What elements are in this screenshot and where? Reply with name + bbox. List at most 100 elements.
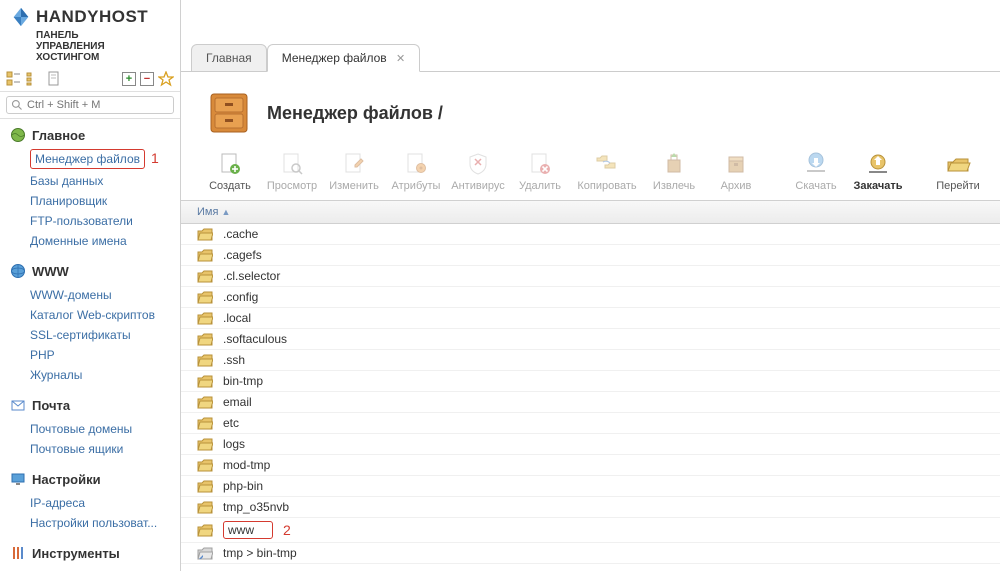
search-row [0,92,180,119]
file-row[interactable]: bin-tmp [181,371,1000,392]
action-view[interactable]: Просмотр [261,148,323,194]
nav-section-mail[interactable]: Почта [0,393,180,417]
file-row[interactable]: www 2 [181,518,1000,543]
callout-2: 2 [283,522,291,538]
file-name: .cache [223,227,258,241]
expand-icon[interactable]: + [122,72,136,86]
action-attrs[interactable]: Атрибуты [385,148,447,194]
logo-subtitle: ПАНЕЛЬ УПРАВЛЕНИЯ ХОСТИНГОМ [36,30,170,63]
page-title: Менеджер файлов / [267,103,443,124]
action-delete[interactable]: Удалить [509,148,571,194]
nav-section-www[interactable]: WWW [0,259,180,283]
nav: Главное Менеджер файлов 1 Базы данных Пла… [0,119,180,571]
search-icon [11,99,23,111]
file-name: tmp > bin-tmp [223,546,297,560]
nav-databases[interactable]: Базы данных [30,171,180,191]
file-name: email [223,395,252,409]
page-icon[interactable] [46,71,62,87]
main: Главная Менеджер файлов ✕ Менеджер файло… [181,0,1000,571]
nav-section-main[interactable]: Главное [0,123,180,147]
file-name: tmp_o35nvb [223,500,289,514]
globe-icon [10,127,26,143]
sidebar-toolbar: + − [0,67,180,92]
sort-asc-icon: ▲ [221,207,230,217]
mail-icon [10,397,26,413]
file-name: www [223,521,273,539]
file-row[interactable]: tmp_o35nvb [181,497,1000,518]
nav-scheduler[interactable]: Планировщик [30,191,180,211]
nav-web-scripts[interactable]: Каталог Web-скриптов [30,305,180,325]
file-name: .local [223,311,251,325]
file-name: .cagefs [223,248,262,262]
file-name: .cl.selector [223,269,280,283]
logo-icon [10,6,32,28]
action-search[interactable]: Поиск [989,148,1000,194]
world-icon [10,263,26,279]
search-input[interactable] [27,99,169,111]
table-header: Имя▲ Размер [181,200,1000,224]
nav-domains[interactable]: Доменные имена [30,231,180,251]
collapse-icon[interactable]: − [140,72,154,86]
action-upload[interactable]: Закачать [847,148,909,194]
action-goto[interactable]: Перейти [927,148,989,194]
monitor-icon [10,471,26,487]
file-row[interactable]: .cagefs [181,245,1000,266]
tabs: Главная Менеджер файлов ✕ [181,44,1000,72]
nav-ssl[interactable]: SSL-сертификаты [30,325,180,345]
file-name: bin-tmp [223,374,263,388]
nav-php[interactable]: PHP [30,345,180,365]
file-name: .config [223,290,258,304]
tree-view-icon[interactable] [6,71,22,87]
nav-logs[interactable]: Журналы [30,365,180,385]
file-row[interactable]: php-bin [181,476,1000,497]
sidebar: HANDYHOST ПАНЕЛЬ УПРАВЛЕНИЯ ХОСТИНГОМ + … [0,0,181,571]
tab-main[interactable]: Главная [191,44,267,72]
nav-ip[interactable]: IP-адреса [30,493,180,513]
action-download[interactable]: Скачать [785,148,847,194]
file-row[interactable]: .cl.selector [181,266,1000,287]
nav-section-settings[interactable]: Настройки [0,467,180,491]
callout-1: 1 [151,150,159,166]
file-row[interactable]: .ssh [181,350,1000,371]
file-row[interactable]: .config [181,287,1000,308]
action-antivirus[interactable]: Антивирус [447,148,509,194]
logo-title: HANDYHOST [36,7,148,27]
tools-icon [10,545,26,561]
action-edit[interactable]: Изменить [323,148,385,194]
file-cabinet-icon [205,90,255,136]
file-name: .softaculous [223,332,287,346]
action-extract[interactable]: Извлечь [643,148,705,194]
logo-area: HANDYHOST ПАНЕЛЬ УПРАВЛЕНИЯ ХОСТИНГОМ [0,0,180,67]
favorite-icon[interactable] [158,71,174,87]
close-icon[interactable]: ✕ [396,53,405,65]
file-row[interactable]: .softaculous [181,329,1000,350]
action-archive[interactable]: Архив [705,148,767,194]
file-row[interactable]: mod-tmp [181,455,1000,476]
nav-file-manager[interactable]: Менеджер файлов [30,149,145,169]
nav-section-tools[interactable]: Инструменты [0,541,180,565]
file-row[interactable]: logs [181,434,1000,455]
action-create[interactable]: Создать [199,148,261,194]
file-row[interactable]: .local [181,308,1000,329]
file-name: etc [223,416,239,430]
file-row[interactable]: tmp > bin-tmp [181,543,1000,564]
file-name: mod-tmp [223,458,270,472]
nav-mailboxes[interactable]: Почтовые ящики [30,439,180,459]
file-name: php-bin [223,479,263,493]
nav-user-settings[interactable]: Настройки пользоват... [30,513,180,533]
file-name: .ssh [223,353,245,367]
tab-file-manager[interactable]: Менеджер файлов ✕ [267,44,421,72]
content-header: Менеджер файлов / [181,72,1000,144]
file-row[interactable]: .cache [181,224,1000,245]
nav-www-domains[interactable]: WWW-домены [30,285,180,305]
file-row[interactable]: etc [181,413,1000,434]
list-view-icon[interactable] [26,71,42,87]
file-name: logs [223,437,245,451]
nav-mail-domains[interactable]: Почтовые домены [30,419,180,439]
action-copy[interactable]: Копировать [571,148,643,194]
col-name[interactable]: Имя▲ [181,201,1000,223]
file-row[interactable]: email [181,392,1000,413]
file-list: .cache .cagefs .cl.selector .config .local .s… [181,224,1000,571]
nav-ftp-users[interactable]: FTP-пользователи [30,211,180,231]
action-toolbar: Создать Просмотр Изменить Атрибуты Антив… [181,144,1000,200]
